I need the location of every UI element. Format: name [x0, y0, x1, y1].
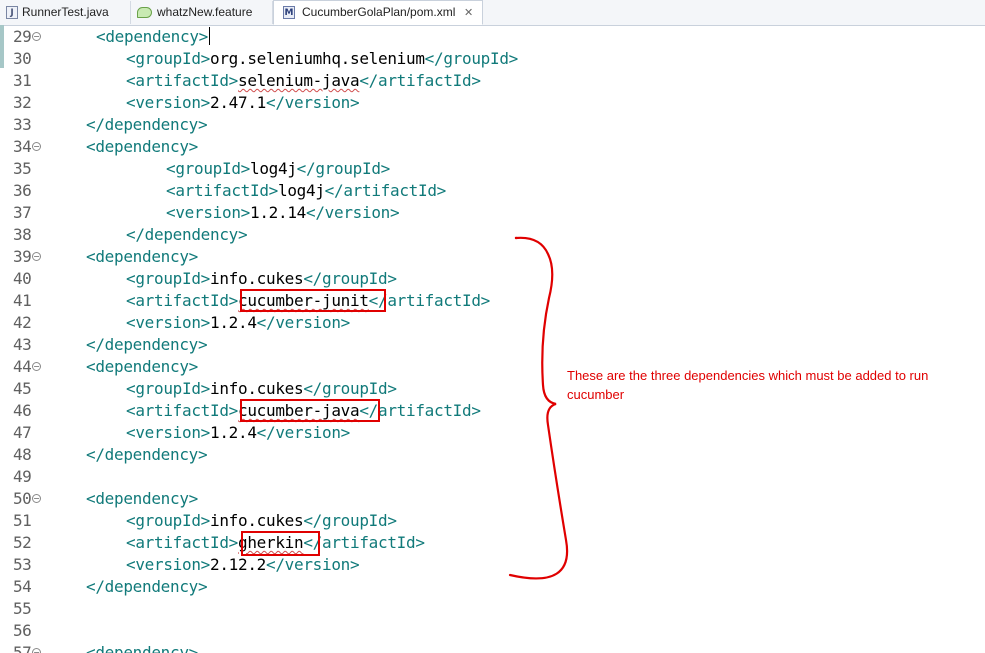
annotation-note: These are the three dependencies which m… [567, 368, 929, 402]
curly-brace-annotation [508, 236, 569, 580]
